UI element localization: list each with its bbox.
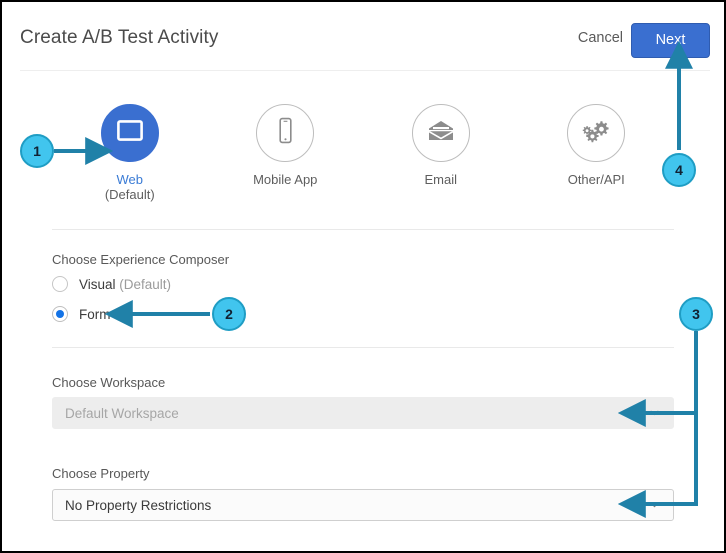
channel-label-email: Email	[424, 172, 457, 187]
radio-label-form: Form	[79, 306, 111, 322]
channel-option-email[interactable]: Email	[363, 104, 519, 209]
radio-option-visual[interactable]: Visual (Default)	[52, 276, 171, 292]
annotation-badge-3: 3	[679, 297, 713, 331]
cancel-button[interactable]: Cancel	[578, 30, 623, 46]
page-title: Create A/B Test Activity	[20, 27, 219, 48]
channel-sublabel-web: (Default)	[104, 187, 155, 202]
property-select-value: No Property Restrictions	[65, 497, 212, 513]
radio-hint-visual: (Default)	[115, 276, 172, 292]
next-button[interactable]: Next	[631, 23, 710, 58]
channel-icon-circle-other-api	[567, 104, 626, 162]
radio-label-visual: Visual (Default)	[79, 277, 171, 292]
channel-icon-circle-mobile-app	[256, 104, 315, 162]
radio-option-form[interactable]: Form	[52, 306, 111, 322]
mobile-phone-icon	[277, 117, 294, 149]
property-label: Choose Property	[52, 466, 150, 481]
composer-label: Choose Experience Composer	[52, 252, 230, 267]
section-divider-middle	[52, 347, 674, 348]
gears-icon	[582, 118, 610, 149]
channel-selector: Web (Default) Mobile App Email Other/API	[52, 104, 674, 209]
channel-label-web-text: Web	[116, 172, 143, 187]
channel-option-web[interactable]: Web (Default)	[52, 104, 208, 209]
annotation-badge-1: 1	[20, 134, 54, 168]
channel-label-email-text: Email	[424, 172, 457, 187]
radio-mark-form	[52, 306, 68, 322]
property-select[interactable]: No Property Restrictions	[52, 489, 674, 521]
chevron-down-icon-property	[650, 502, 659, 508]
radio-label-visual-text: Visual	[79, 276, 116, 292]
browser-window-icon	[116, 120, 143, 146]
channel-label-other-api: Other/API	[568, 172, 625, 187]
workspace-label: Choose Workspace	[52, 375, 166, 390]
channel-option-other-api[interactable]: Other/API	[519, 104, 675, 209]
channel-label-mobile-app: Mobile App	[253, 172, 317, 187]
channel-label-web: Web (Default)	[105, 172, 155, 202]
header-divider	[20, 70, 710, 71]
channel-icon-circle-web	[100, 104, 159, 162]
annotation-badge-2: 2	[212, 297, 246, 331]
radio-mark-visual	[52, 276, 68, 292]
channel-option-mobile-app[interactable]: Mobile App	[208, 104, 364, 209]
section-divider-top	[52, 229, 674, 230]
workspace-select[interactable]: Default Workspace	[52, 397, 674, 429]
create-activity-dialog: Create A/B Test Activity Cancel Next Web…	[0, 0, 726, 553]
open-envelope-icon	[427, 119, 455, 148]
channel-label-mobile-app-text: Mobile App	[253, 172, 318, 187]
channel-icon-circle-email	[411, 104, 470, 162]
workspace-select-value: Default Workspace	[65, 405, 179, 421]
dialog-header: Create A/B Test Activity Cancel Next	[2, 2, 724, 71]
chevron-down-icon-workspace	[650, 410, 659, 416]
channel-label-other-api-text: Other/API	[567, 172, 625, 187]
